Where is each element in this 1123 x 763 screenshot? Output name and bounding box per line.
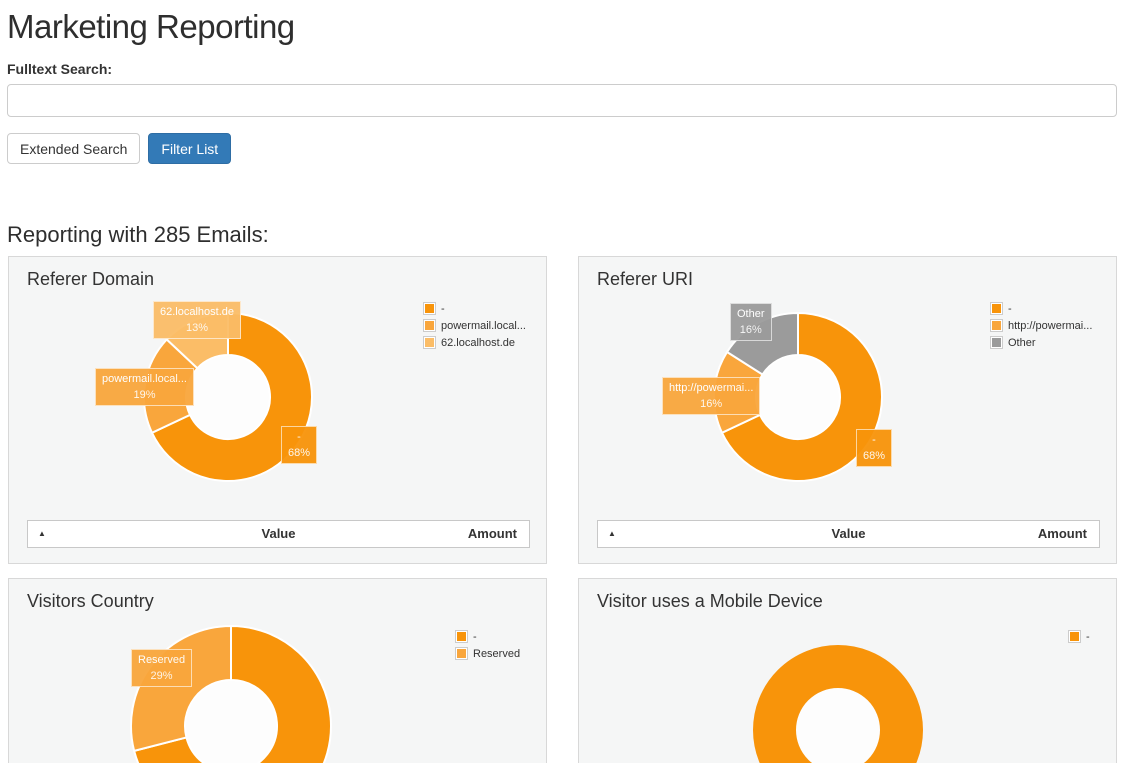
value-column-header[interactable]: Value xyxy=(28,521,529,547)
legend-swatch-icon xyxy=(423,319,436,332)
legend-label: Other xyxy=(1008,337,1036,349)
legend-item[interactable]: powermail.local... xyxy=(423,317,526,334)
legend-swatch-icon xyxy=(423,336,436,349)
chart-legend: - Reserved xyxy=(455,628,520,662)
chart-legend: - powermail.local... 62.localhost.de xyxy=(423,300,526,351)
legend-label: - xyxy=(1086,631,1090,643)
panel-mobile-device: Visitor uses a Mobile Device - xyxy=(578,578,1117,763)
legend-label: - xyxy=(441,303,445,315)
legend-label: - xyxy=(1008,303,1012,315)
marketing-reporting-page: Marketing Reporting Fulltext Search: Ext… xyxy=(0,8,1123,763)
search-actions: Extended Search Filter List xyxy=(7,133,1117,164)
filter-list-button[interactable]: Filter List xyxy=(148,133,231,164)
amount-column-header[interactable]: Amount xyxy=(1038,521,1087,547)
legend-item[interactable]: Reserved xyxy=(455,645,520,662)
legend-item[interactable]: Other xyxy=(990,334,1092,351)
legend-swatch-icon xyxy=(990,302,1003,315)
panel-referer-domain: Referer Domain ▲ Value Amount -68% powerm… xyxy=(8,256,547,564)
pie-data-label: Other16% xyxy=(730,303,772,341)
legend-label: - xyxy=(473,631,477,643)
pie-data-label: -68% xyxy=(281,426,317,464)
legend-swatch-icon xyxy=(990,336,1003,349)
legend-label: http://powermai... xyxy=(1008,320,1092,332)
pie-data-label: 62.localhost.de13% xyxy=(153,301,241,339)
legend-swatch-icon xyxy=(990,319,1003,332)
legend-swatch-icon xyxy=(423,302,436,315)
pie-data-label: powermail.local...19% xyxy=(95,368,194,406)
panel-referer-uri: Referer URI ▲ Value Amount -68% http://po… xyxy=(578,256,1117,564)
panel-visitors-country: Visitors Country Reserved29% - Reserved xyxy=(8,578,547,763)
chart-legend: - xyxy=(1068,628,1090,645)
charts-grid: Referer Domain ▲ Value Amount -68% powerm… xyxy=(8,256,1117,763)
chart-title: Referer URI xyxy=(597,269,693,290)
legend-label: Reserved xyxy=(473,648,520,660)
fulltext-search-label: Fulltext Search: xyxy=(7,61,1117,77)
chart-title: Visitor uses a Mobile Device xyxy=(597,591,823,612)
value-column-header[interactable]: Value xyxy=(598,521,1099,547)
legend-item[interactable]: - xyxy=(1068,628,1090,645)
chart-title: Visitors Country xyxy=(27,591,154,612)
page-title: Marketing Reporting xyxy=(7,8,1117,46)
chart-table-header: ▲ Value Amount xyxy=(597,520,1100,548)
chart-table-header: ▲ Value Amount xyxy=(27,520,530,548)
chart-title: Referer Domain xyxy=(27,269,154,290)
chart-legend: - http://powermai... Other xyxy=(990,300,1092,351)
legend-item[interactable]: 62.localhost.de xyxy=(423,334,526,351)
legend-swatch-icon xyxy=(455,630,468,643)
extended-search-button[interactable]: Extended Search xyxy=(7,133,140,164)
amount-column-header[interactable]: Amount xyxy=(468,521,517,547)
legend-swatch-icon xyxy=(455,647,468,660)
reporting-heading: Reporting with 285 Emails: xyxy=(7,222,1117,248)
legend-label: 62.localhost.de xyxy=(441,337,515,349)
pie-data-label: -68% xyxy=(856,429,892,467)
legend-item[interactable]: http://powermai... xyxy=(990,317,1092,334)
pie-data-label: http://powermai...16% xyxy=(662,377,760,415)
legend-item[interactable]: - xyxy=(423,300,526,317)
legend-label: powermail.local... xyxy=(441,320,526,332)
fulltext-search-input[interactable] xyxy=(7,84,1117,117)
pie-data-label: Reserved29% xyxy=(131,649,192,687)
legend-item[interactable]: - xyxy=(455,628,520,645)
legend-swatch-icon xyxy=(1068,630,1081,643)
legend-item[interactable]: - xyxy=(990,300,1092,317)
